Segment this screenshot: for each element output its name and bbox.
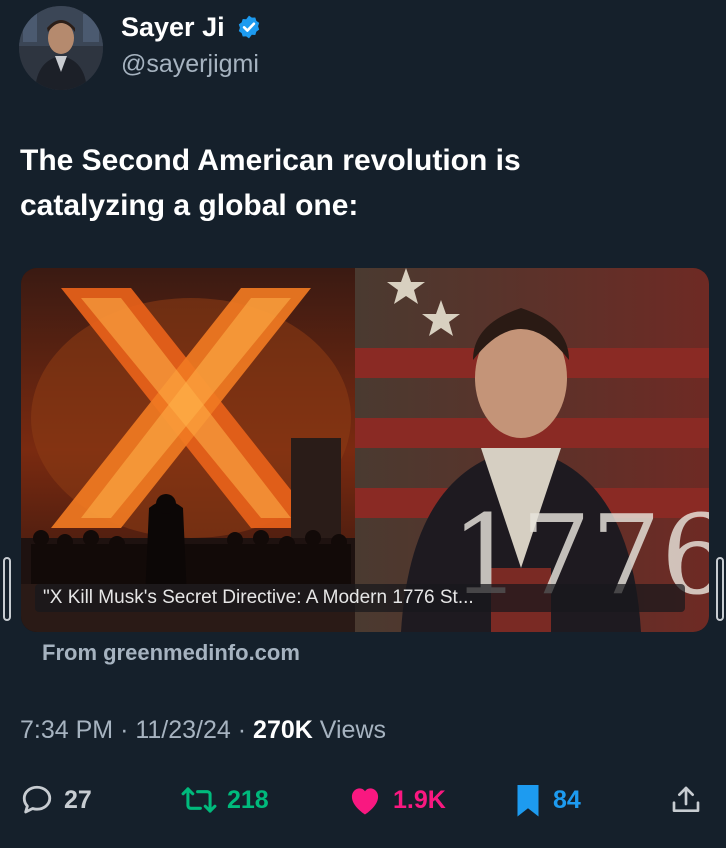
tweet-date[interactable]: 11/23/24 (135, 716, 230, 744)
share-button[interactable] (670, 780, 702, 820)
bookmark-button[interactable]: 84 (513, 780, 581, 820)
tweet-text: The Second American revolution is cataly… (20, 138, 700, 228)
tweet: Sayer Ji @sayerjigmi The Second American… (0, 0, 726, 848)
retweet-icon (181, 787, 217, 813)
tweet-text-line-1: The Second American revolution is (20, 144, 521, 177)
tweet-time[interactable]: 7:34 PM (20, 716, 113, 744)
retweet-button[interactable]: 218 (181, 780, 269, 820)
heart-icon (351, 788, 379, 815)
avatar[interactable] (19, 6, 103, 90)
card-title[interactable]: "X Kill Musk's Secret Directive: A Moder… (35, 584, 685, 612)
verified-badge-icon (238, 15, 260, 39)
meta-separator: · (237, 716, 247, 744)
bookmark-icon (517, 785, 539, 817)
bookmark-count: 84 (553, 785, 581, 814)
views-count[interactable]: 270K (253, 716, 313, 744)
reply-icon (22, 785, 52, 814)
left-scroll-handle[interactable] (3, 557, 11, 621)
tweet-metadata: 7:34 PM · 11/23/24 · 270K Views (20, 716, 386, 745)
avatar-photo (19, 6, 103, 90)
reply-button[interactable]: 27 (20, 780, 92, 820)
tweet-text-line-2: catalyzing a global one: (20, 189, 359, 222)
reply-count: 27 (64, 785, 92, 814)
share-icon (672, 786, 700, 812)
display-name[interactable]: Sayer Ji (121, 12, 225, 43)
right-scroll-handle[interactable] (716, 557, 724, 621)
like-button[interactable]: 1.9K (347, 780, 446, 820)
card-artwork: 1776 (21, 268, 709, 632)
card-source-link[interactable]: From greenmedinfo.com (42, 640, 300, 666)
views-label: Views (319, 716, 387, 744)
like-count: 1.9K (393, 785, 446, 814)
author-handle[interactable]: @sayerjigmi (121, 50, 259, 79)
meta-separator: · (120, 716, 129, 744)
retweet-count: 218 (227, 785, 269, 814)
link-card-image[interactable]: 1776 "X Kill Musk's Secret Directive: A … (21, 268, 709, 632)
